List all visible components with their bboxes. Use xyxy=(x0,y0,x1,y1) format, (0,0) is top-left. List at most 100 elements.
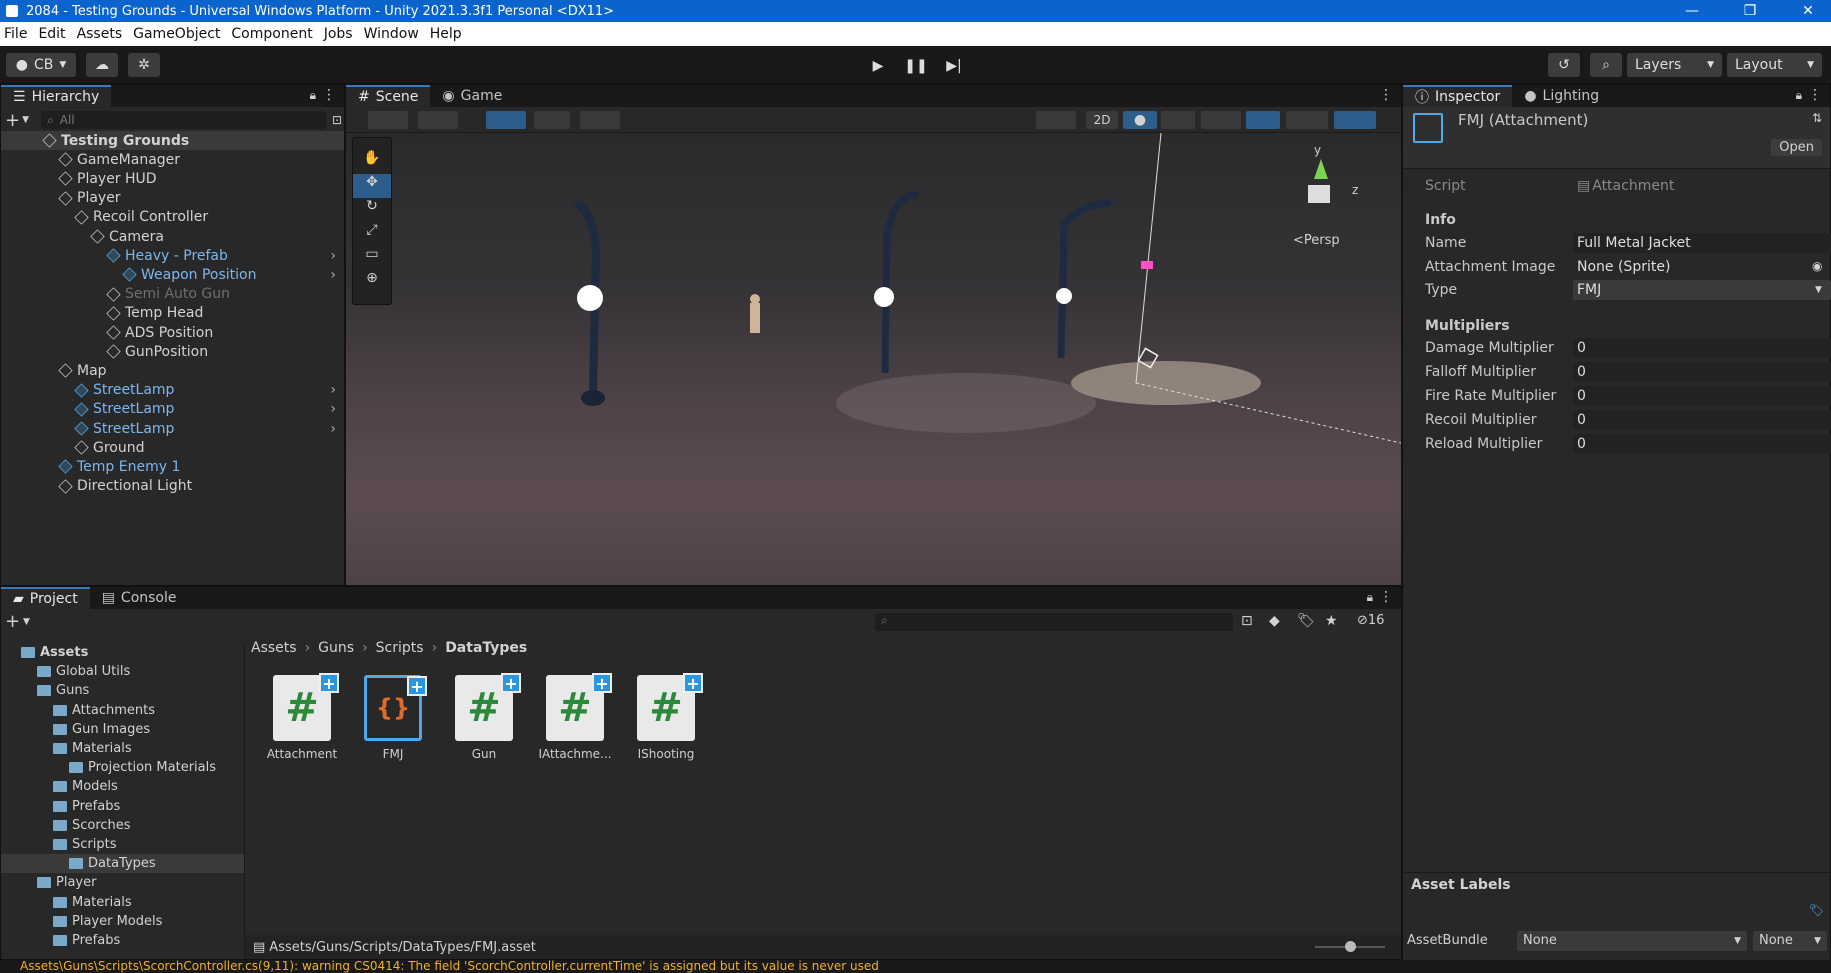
project-folder-item[interactable]: Player xyxy=(1,873,244,892)
pause-button[interactable]: ❚❚ xyxy=(901,55,931,77)
favorite-star-icon[interactable]: ★ xyxy=(1325,613,1338,629)
move-tool-icon[interactable]: ✥ xyxy=(353,174,391,198)
layers-dropdown[interactable]: Layers ▼ xyxy=(1627,53,1722,77)
reload-multiplier-input[interactable]: 0 xyxy=(1577,436,1586,452)
project-folder-item[interactable]: Materials xyxy=(1,893,244,912)
rect-tool-icon[interactable]: ▭ xyxy=(353,246,391,270)
asset-attachment[interactable]: # + Attachment xyxy=(262,673,342,761)
breadcrumb-scripts[interactable]: Scripts xyxy=(376,640,424,656)
hand-tool-icon[interactable]: ✋ xyxy=(353,150,391,174)
project-folder-item[interactable]: Guns xyxy=(1,681,244,700)
hierarchy-search-input[interactable]: ⌕ All xyxy=(41,111,326,129)
perspective-label[interactable]: <Persp xyxy=(1293,233,1340,248)
menu-file[interactable]: File xyxy=(0,26,34,42)
breadcrumb-datatypes[interactable]: DataTypes xyxy=(445,640,527,656)
menu-edit[interactable]: Edit xyxy=(34,26,72,42)
hierarchy-item[interactable]: Ground xyxy=(1,438,344,457)
hierarchy-item[interactable]: GameManager xyxy=(1,150,344,169)
lighting-toggle[interactable]: ● xyxy=(1123,111,1157,129)
tab-hierarchy[interactable]: ☰ Hierarchy xyxy=(1,85,112,107)
kebab-menu-icon[interactable]: ⋮ xyxy=(1379,589,1393,605)
2d-toggle[interactable]: 2D xyxy=(1086,111,1118,129)
lock-icon[interactable]: 🔒︎ xyxy=(310,88,316,103)
transform-tool-icon[interactable]: ⊕ xyxy=(353,270,391,294)
project-folder-item[interactable]: Scripts xyxy=(1,835,244,854)
hierarchy-item[interactable]: Recoil Controller xyxy=(1,208,344,227)
account-dropdown[interactable]: ● CB ▼ xyxy=(6,53,76,77)
tab-console[interactable]: ▤ Console xyxy=(90,587,189,609)
tab-lighting[interactable]: ● Lighting xyxy=(1512,85,1611,107)
effects-dropdown[interactable] xyxy=(1201,111,1241,129)
gizmos-dropdown[interactable] xyxy=(1334,111,1376,129)
lock-icon[interactable]: 🔒︎ xyxy=(1367,590,1373,605)
menu-component[interactable]: Component xyxy=(227,26,319,42)
orientation-gizmo[interactable]: y z <Persp xyxy=(1286,143,1386,253)
kebab-menu-icon[interactable]: ⋮ xyxy=(1379,87,1393,103)
settings-icon[interactable]: ⇅ xyxy=(1812,111,1822,125)
project-folder-item[interactable]: Attachments xyxy=(1,701,244,720)
project-folder-item[interactable]: Models xyxy=(1,777,244,796)
attachment-image-field[interactable]: None (Sprite) xyxy=(1577,259,1670,275)
rotate-tool-icon[interactable]: ↻ xyxy=(353,198,391,222)
chevron-right-icon[interactable]: › xyxy=(330,267,336,283)
type-dropdown-box[interactable] xyxy=(1573,280,1831,300)
restore-icon[interactable]: ❐ xyxy=(1728,0,1772,22)
project-folder-item[interactable]: Assets xyxy=(1,643,244,662)
menu-window[interactable]: Window xyxy=(360,26,426,42)
fire-rate-field-box[interactable] xyxy=(1573,386,1831,406)
audio-toggle[interactable] xyxy=(1161,111,1195,129)
chevron-down-icon[interactable]: ▼ xyxy=(23,617,30,627)
hierarchy-item[interactable]: Semi Auto Gun xyxy=(1,285,344,304)
falloff-field-box[interactable] xyxy=(1573,362,1831,382)
tab-inspector[interactable]: ⓘ Inspector xyxy=(1403,85,1513,107)
minimize-icon[interactable]: — xyxy=(1670,0,1714,22)
undo-history-button[interactable]: ↺ xyxy=(1548,53,1580,77)
search-button[interactable]: ⌕ xyxy=(1590,53,1622,77)
asset-iattachment[interactable]: # + IAttachme... xyxy=(535,673,615,761)
hierarchy-item[interactable]: Camera xyxy=(1,227,344,246)
cloud-button[interactable]: ☁ xyxy=(86,53,118,77)
hierarchy-item[interactable]: ADS Position xyxy=(1,323,344,342)
hierarchy-item[interactable]: StreetLamp › xyxy=(1,419,344,438)
tab-game[interactable]: ◉ Game xyxy=(430,85,514,107)
tab-scene[interactable]: # Scene xyxy=(346,85,431,107)
damage-multiplier-input[interactable]: 0 xyxy=(1577,340,1586,356)
project-folder-item[interactable]: Gun Images xyxy=(1,720,244,739)
close-icon[interactable]: ✕ xyxy=(1786,0,1830,22)
lock-icon[interactable]: 🔒︎ xyxy=(1796,88,1802,103)
asset-bundle-dropdown[interactable]: None ▼ xyxy=(1517,931,1747,951)
scene-visibility-icon[interactable]: ⊡ xyxy=(332,113,342,127)
shading-dropdown[interactable] xyxy=(1036,111,1076,129)
scale-tool-icon[interactable]: ⤢ xyxy=(353,222,391,246)
name-input[interactable]: Full Metal Jacket xyxy=(1577,235,1691,251)
step-button[interactable]: ▶| xyxy=(939,55,969,77)
play-button[interactable]: ▶ xyxy=(863,55,893,77)
hierarchy-item[interactable]: Weapon Position › xyxy=(1,265,344,284)
hierarchy-item[interactable]: StreetLamp › xyxy=(1,400,344,419)
kebab-menu-icon[interactable]: ⋮ xyxy=(1808,87,1822,103)
pivot-dropdown[interactable] xyxy=(418,111,458,129)
zoom-slider-handle[interactable] xyxy=(1345,941,1356,952)
asset-ishooting[interactable]: # + IShooting xyxy=(626,673,706,761)
asset-gun[interactable]: # + Gun xyxy=(444,673,524,761)
hierarchy-item[interactable]: Temp Head xyxy=(1,304,344,323)
project-folder-item[interactable]: Materials xyxy=(1,739,244,758)
hierarchy-item[interactable]: Heavy - Prefab › xyxy=(1,246,344,265)
hierarchy-item[interactable]: Testing Grounds xyxy=(1,131,344,150)
menu-gameobject[interactable]: GameObject xyxy=(129,26,227,42)
layout-dropdown[interactable]: Layout ▼ xyxy=(1727,53,1822,77)
recoil-multiplier-input[interactable]: 0 xyxy=(1577,412,1586,428)
draw-mode-dropdown[interactable] xyxy=(368,111,408,129)
fire-rate-multiplier-input[interactable]: 0 xyxy=(1577,388,1586,404)
add-icon[interactable]: + xyxy=(5,110,20,131)
project-folder-item[interactable]: Scorches xyxy=(1,816,244,835)
filter-type-icon[interactable]: ◆ xyxy=(1269,613,1280,629)
damage-field-box[interactable] xyxy=(1573,338,1831,358)
breadcrumb-guns[interactable]: Guns xyxy=(318,640,354,656)
type-dropdown[interactable]: FMJ xyxy=(1577,282,1601,298)
add-icon[interactable]: + xyxy=(5,611,20,632)
kebab-menu-icon[interactable]: ⋮ xyxy=(322,87,336,103)
chevron-right-icon[interactable]: › xyxy=(330,421,336,437)
project-folder-item[interactable]: Global Utils xyxy=(1,662,244,681)
reload-field-box[interactable] xyxy=(1573,434,1831,454)
